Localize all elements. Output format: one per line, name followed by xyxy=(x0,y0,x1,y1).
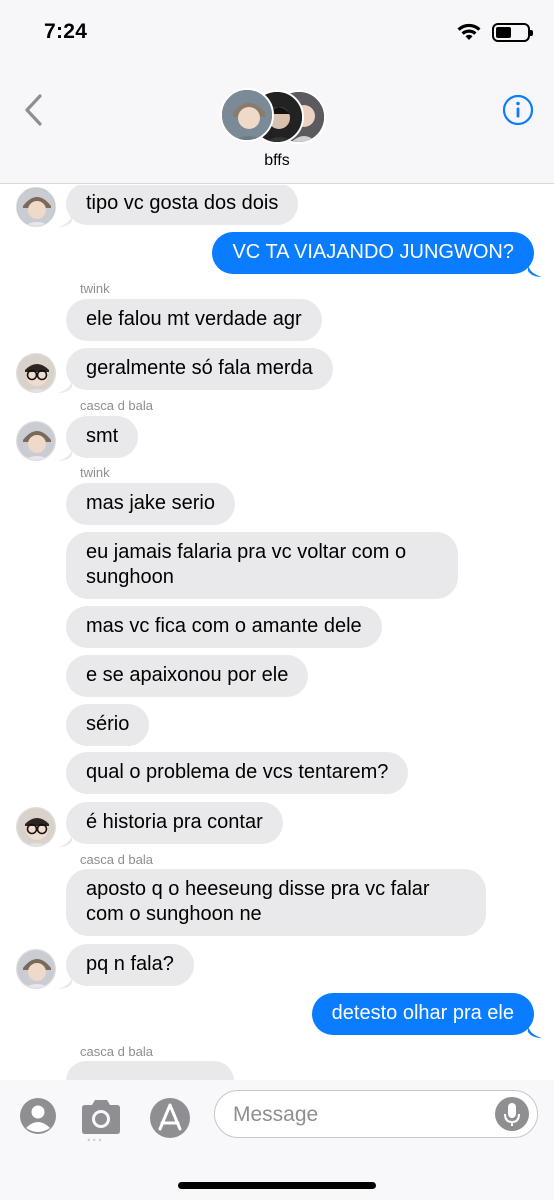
message-list[interactable]: tipo vc gosta dos dois VC TA VIAJANDO JU… xyxy=(0,185,554,1080)
sender-name: twink xyxy=(80,281,110,296)
message-bubble[interactable]: qual o problema de vcs tentarem? xyxy=(66,752,409,794)
sender-name: twink xyxy=(80,465,110,480)
message-bubble-partial[interactable] xyxy=(66,1061,234,1080)
battery-icon xyxy=(492,22,533,42)
status-time: 7:24 xyxy=(44,20,88,43)
info-button[interactable] xyxy=(502,94,534,126)
sender-name: casca d bala xyxy=(80,1044,153,1059)
message-bubble[interactable]: pq n fala? xyxy=(66,944,194,986)
sender-name: casca d bala xyxy=(80,398,153,413)
home-indicator xyxy=(178,1182,376,1189)
memoji-button[interactable] xyxy=(18,1096,62,1140)
bubble-tail xyxy=(528,1024,542,1038)
sender-name: casca d bala xyxy=(80,852,153,867)
message-bubble[interactable]: eu jamais falaria pra vc voltar com o su… xyxy=(66,532,458,599)
message-bubble[interactable]: ele falou mt verdade agr xyxy=(66,299,322,341)
wifi-icon xyxy=(457,23,481,40)
back-button[interactable] xyxy=(20,92,50,128)
message-field[interactable] xyxy=(214,1090,538,1138)
microphone-icon xyxy=(504,1103,520,1126)
message-bubble[interactable]: e se apaixonou por ele xyxy=(66,655,309,697)
info-icon xyxy=(502,94,534,126)
avatar xyxy=(220,88,274,142)
status-bar: 7:24 xyxy=(0,0,554,70)
obscured-message: ... xyxy=(86,1124,103,1146)
avatar-icon xyxy=(20,1098,56,1134)
status-icons xyxy=(456,22,533,42)
message-bubble-sent[interactable]: VC TA VIAJANDO JUNGWON? xyxy=(212,232,534,274)
message-bubble[interactable]: aposto q o heeseung disse pra vc falar c… xyxy=(66,869,486,936)
message-bubble[interactable]: smt xyxy=(66,416,139,458)
message-bubble-sent[interactable]: detesto olhar pra ele xyxy=(311,993,534,1035)
dictation-button[interactable] xyxy=(495,1097,529,1131)
avatar[interactable] xyxy=(16,421,56,461)
appstore-icon xyxy=(150,1098,190,1138)
message-bubble[interactable]: geralmente só fala merda xyxy=(66,348,333,390)
avatar[interactable] xyxy=(16,949,56,989)
message-bubble[interactable]: mas jake serio xyxy=(66,483,235,525)
avatar[interactable] xyxy=(16,187,56,227)
message-bubble[interactable]: mas vc fica com o amante dele xyxy=(66,606,382,648)
conversation-header: bffs xyxy=(0,70,554,184)
message-bubble[interactable]: tipo vc gosta dos dois xyxy=(66,185,299,225)
message-bubble[interactable]: sério xyxy=(66,704,150,746)
message-bubble[interactable]: é historia pra contar xyxy=(66,802,283,844)
bubble-tail xyxy=(528,263,542,277)
chevron-left-icon xyxy=(25,94,42,126)
group-name[interactable]: bffs xyxy=(0,152,554,170)
group-avatars[interactable] xyxy=(220,88,330,144)
avatar[interactable] xyxy=(16,353,56,393)
message-input[interactable] xyxy=(233,1101,493,1129)
appstore-button[interactable] xyxy=(148,1096,192,1140)
avatar[interactable] xyxy=(16,807,56,847)
